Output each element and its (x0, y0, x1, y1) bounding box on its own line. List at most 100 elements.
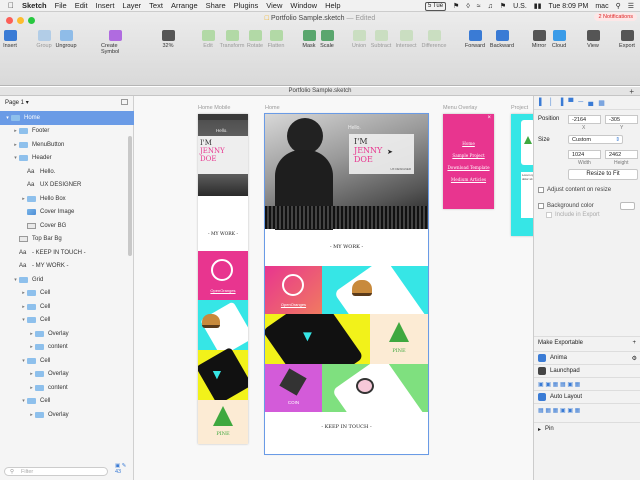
layer-row[interactable]: ▾ Grid (0, 273, 134, 287)
date-badge[interactable]: 5 Tue (425, 1, 447, 11)
make-exportable-row[interactable]: Make Exportable + (534, 336, 640, 349)
artboard-home[interactable]: Hello. I'M JENNY DOE UX DESIGNER ➤ - MY … (264, 113, 429, 455)
layer-filter-input[interactable]: ⚲ Filter (4, 467, 108, 476)
dropbox-icon[interactable]: ◊ (466, 3, 469, 10)
menu-edit[interactable]: Edit (75, 1, 88, 10)
layer-row[interactable]: Aa - KEEP IN TOUCH - (0, 246, 134, 260)
layer-row[interactable]: ▸ Overlay (0, 368, 134, 382)
layer-row[interactable]: ▸ Cell (0, 287, 134, 301)
distribute-icon[interactable]: ▦ (598, 99, 605, 107)
cell-openoranges[interactable]: OpenOranges (265, 266, 322, 314)
artboard-label-home-mobile[interactable]: Home Mobile (198, 105, 230, 111)
plugin-launchpad[interactable]: Launchpad (534, 364, 640, 377)
disclosure-open-icon[interactable]: ▾ (12, 155, 19, 161)
toolbar-backward-button[interactable]: Backward (488, 30, 516, 49)
menu-overlay-link[interactable]: Download Template (443, 162, 494, 174)
height-field[interactable]: 2462 (605, 150, 638, 159)
position-x-field[interactable]: -2164 (568, 115, 601, 124)
background-color-checkbox[interactable] (538, 203, 544, 209)
search-icon[interactable]: ⚲ (616, 2, 621, 10)
artboard-menu-overlay[interactable]: × Home Sample Project Download Template Med… (443, 114, 494, 209)
resize-to-fit-button[interactable]: Resize to Fit (568, 169, 638, 180)
menu-text[interactable]: Text (149, 1, 163, 10)
close-icon[interactable]: × (487, 115, 491, 121)
disclosure-closed-icon[interactable]: ▸ (20, 304, 27, 310)
align-center-icon[interactable]: │ (549, 99, 553, 106)
layer-row[interactable]: Cover BG (0, 219, 134, 233)
layer-row[interactable]: ▸ Footer (0, 125, 134, 139)
toolbar-create-symbol-button[interactable]: Create Symbol (101, 30, 129, 55)
layer-row[interactable]: ▾ Header (0, 152, 134, 166)
canvas[interactable]: Home Mobile Hello. I'M JENNY DOE - MY WO… (134, 96, 533, 480)
plugin-anima[interactable]: Anima ⚙ (534, 351, 640, 364)
disclosure-closed-icon[interactable]: ▸ (28, 385, 35, 391)
toolbar-cloud-button[interactable]: Cloud (545, 30, 573, 49)
openoranges-link[interactable]: OpenOranges (265, 302, 322, 307)
notification-center-icon[interactable]: ☰ (628, 2, 634, 10)
layer-row[interactable]: Aa UX DESIGNER (0, 179, 134, 193)
position-y-field[interactable]: -305 (605, 115, 638, 124)
flag-icon[interactable]: ⚑ (500, 2, 506, 10)
cell-burger[interactable] (322, 266, 428, 314)
layer-row[interactable]: ▾ Home (0, 111, 134, 125)
pocket-icon[interactable]: ⚑ (453, 2, 459, 10)
toolbar-32--button[interactable]: 32% (154, 30, 182, 49)
menu-layer[interactable]: Layer (122, 1, 141, 10)
layer-row[interactable]: Aa - MY WORK - (0, 260, 134, 274)
wifi-icon[interactable]: ≈ (477, 3, 481, 10)
toolbar-difference-button[interactable]: Difference (420, 30, 448, 49)
artboard-label-home[interactable]: Home (265, 105, 280, 111)
disclosure-open-icon[interactable]: ▾ (20, 358, 27, 364)
align-bottom-icon[interactable]: ▄ (588, 99, 593, 106)
layer-row[interactable]: ▸ Overlay (0, 327, 134, 341)
new-tab-icon[interactable]: + (629, 87, 634, 96)
mobile-openoranges-link[interactable]: OpenOranges (198, 288, 248, 293)
notifications-badge[interactable]: 2 Notifications (594, 13, 637, 21)
layer-row[interactable]: ▸ Hello Box (0, 192, 134, 206)
clock[interactable]: Tue 8:09 PM (549, 3, 589, 10)
menu-share[interactable]: Share (206, 1, 226, 10)
layer-row[interactable]: ▾ Cell (0, 354, 134, 368)
menu-sketch[interactable]: Sketch (22, 1, 47, 10)
disclosure-closed-icon[interactable]: ▸ (28, 371, 35, 377)
artboard-home-mobile[interactable]: Hello. I'M JENNY DOE - MY WORK - OpenOra… (198, 114, 248, 444)
layer-list-scrollbar[interactable] (128, 136, 132, 256)
collapse-sidebar-icon[interactable] (121, 99, 128, 105)
cell-cocktail[interactable]: ▼ (265, 314, 370, 364)
input-locale[interactable]: U.S. (513, 3, 527, 10)
layer-row[interactable]: ▾ Cell (0, 314, 134, 328)
layer-row[interactable]: ▸ content (0, 381, 134, 395)
menu-file[interactable]: File (55, 1, 67, 10)
disclosure-open-icon[interactable]: ▾ (20, 398, 27, 404)
artboard-label-menu-overlay[interactable]: Menu Overlay (443, 105, 477, 111)
menu-arrange[interactable]: Arrange (171, 1, 198, 10)
disclosure-closed-icon[interactable]: ▸ (12, 142, 19, 148)
background-color-swatch[interactable] (620, 202, 635, 210)
adjust-content-row[interactable]: Adjust content on resize (538, 187, 611, 193)
battery-icon[interactable]: ▮▮ (534, 2, 542, 10)
width-field[interactable]: 1024 (568, 150, 601, 159)
include-export-row[interactable]: Include in Export (546, 212, 600, 218)
layer-row[interactable]: ▾ Cell (0, 395, 134, 409)
layer-row[interactable]: ▸ Overlay (0, 408, 134, 422)
plugin-auto-layout[interactable]: Auto Layout (534, 390, 640, 403)
layer-row[interactable]: ▸ Cell (0, 300, 134, 314)
cell-cow[interactable] (322, 364, 428, 412)
disclosure-closed-icon[interactable]: ▸ (28, 344, 35, 350)
disclosure-closed-icon[interactable]: ▸ (20, 290, 27, 296)
disclosure-closed-icon[interactable]: ▸ (12, 128, 19, 134)
gear-icon[interactable]: ⚙ (632, 355, 637, 362)
menu-overlay-link[interactable]: Medium Articles (443, 174, 494, 186)
user-name[interactable]: mac (595, 3, 608, 10)
toolbar-forward-button[interactable]: Forward (461, 30, 489, 49)
toolbar-view-button[interactable]: View (579, 30, 607, 49)
align-left-icon[interactable]: ▌ (539, 99, 544, 106)
disclosure-open-icon[interactable]: ▾ (12, 277, 19, 283)
layer-row[interactable]: Cover Image (0, 206, 134, 220)
include-export-checkbox[interactable] (546, 212, 552, 218)
align-middle-icon[interactable]: ─ (578, 99, 583, 106)
menu-insert[interactable]: Insert (96, 1, 115, 10)
disclosure-closed-icon[interactable]: ▸ (28, 412, 35, 418)
menu-view[interactable]: View (266, 1, 282, 10)
cell-coin[interactable]: COIN (265, 364, 322, 412)
